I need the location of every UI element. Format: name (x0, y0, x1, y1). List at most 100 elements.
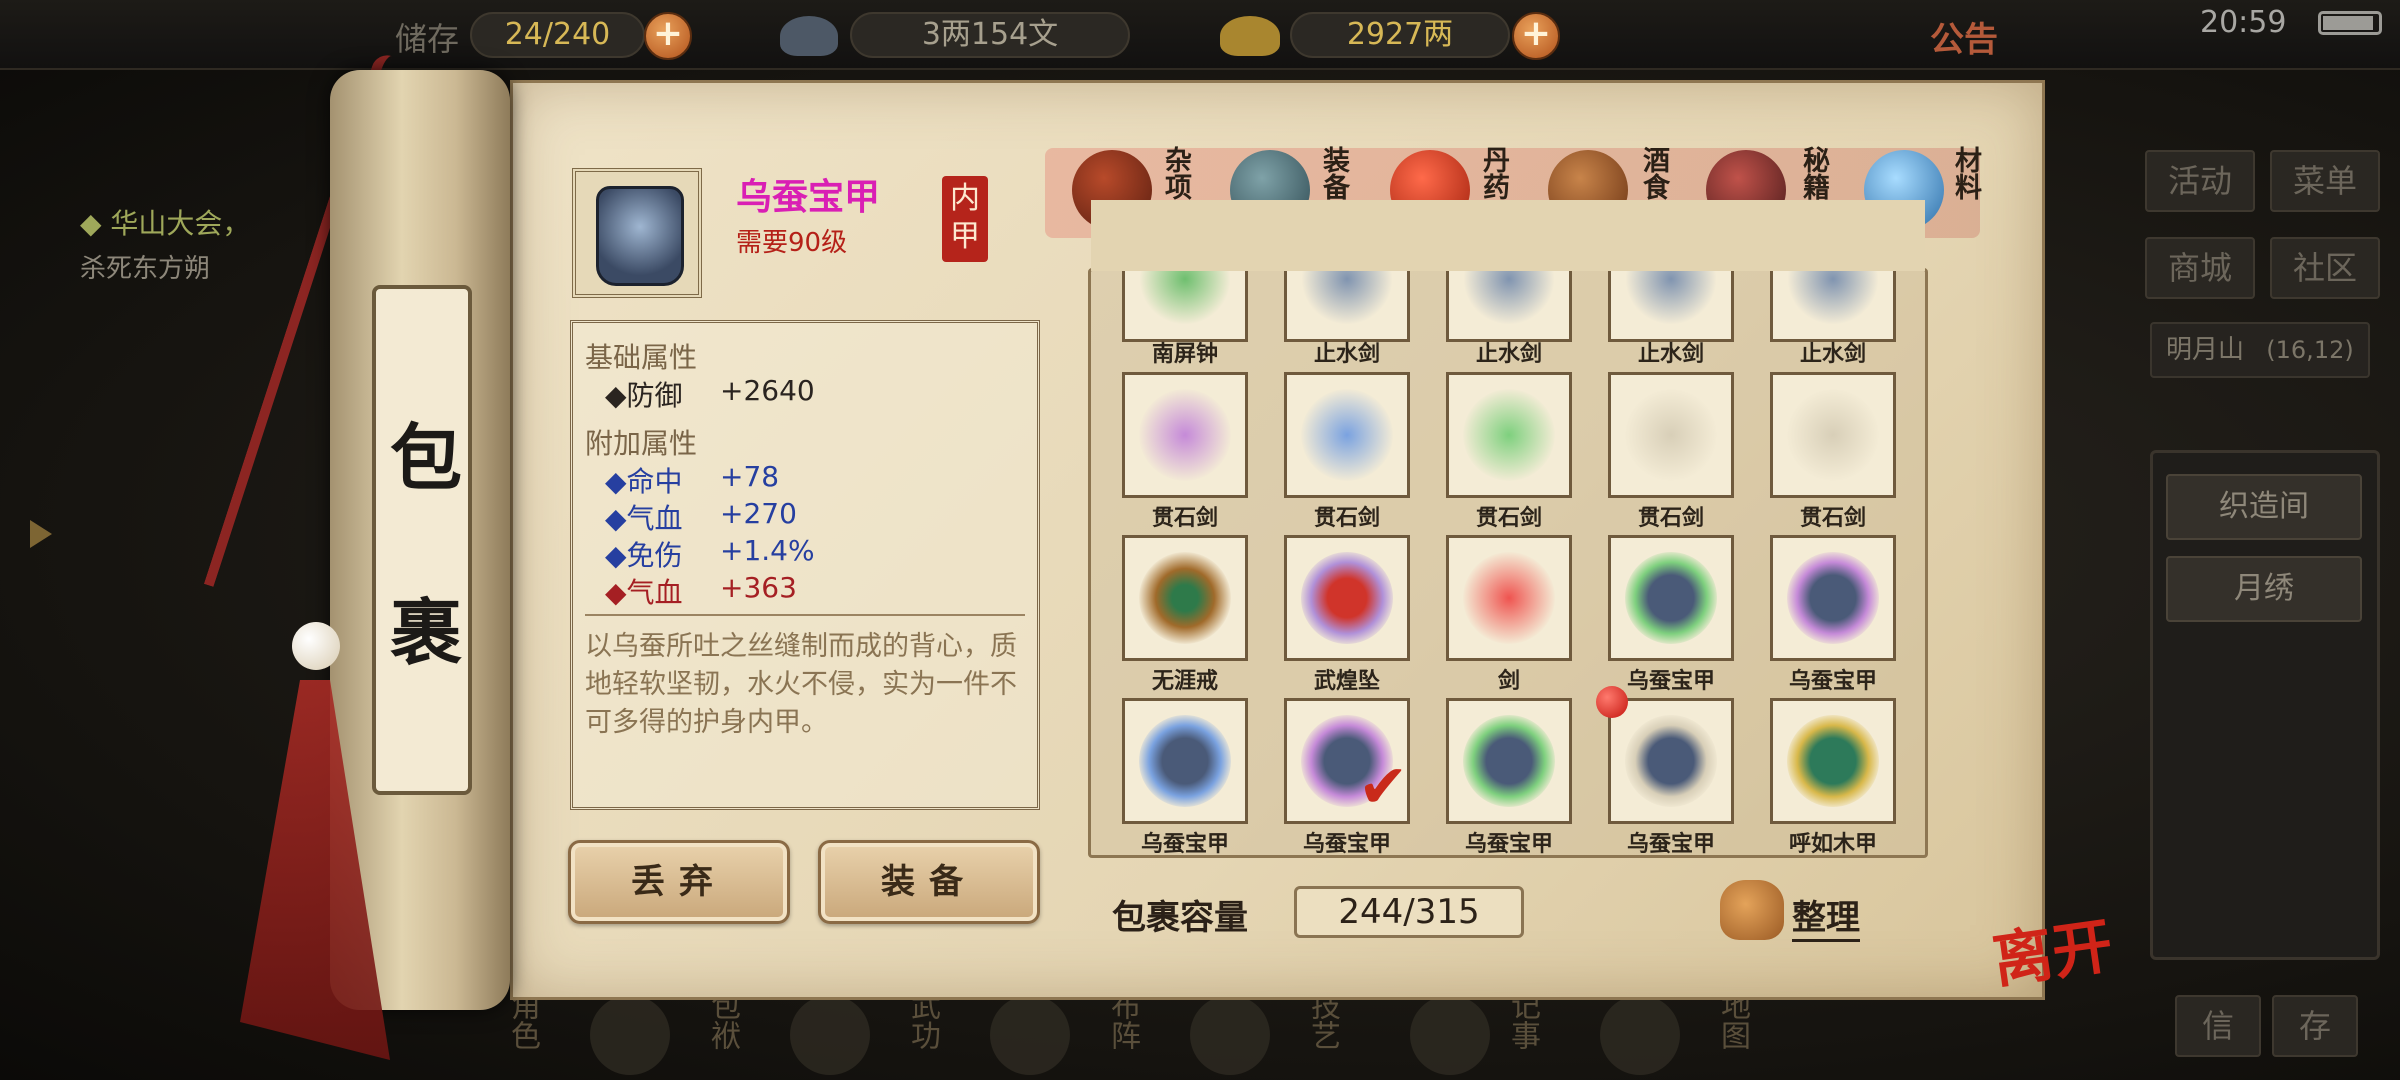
item-slot-char-2: 甲 (950, 219, 980, 254)
item-label: 乌蚕宝甲 (1302, 832, 1391, 857)
item-label: 乌蚕宝甲 (1140, 832, 1229, 857)
checkmark-icon: ✔ (1358, 752, 1409, 822)
item-slot-char-1: 内 (950, 181, 980, 216)
extra-stat-value: +270 (720, 497, 797, 530)
inventory-slot[interactable] (1446, 698, 1572, 824)
item-label: 南屏钟 (1151, 342, 1218, 367)
extra-stat-value: +1.4% (720, 534, 815, 567)
inventory-slot[interactable] (1446, 372, 1572, 498)
skills-nav-icon (1190, 995, 1270, 1075)
activity-button[interactable]: 活动 (2145, 150, 2255, 212)
tab-manuals[interactable]: 秘籍 (1796, 146, 1830, 200)
shop-button[interactable]: 商城 (2145, 237, 2255, 299)
storage-partial-label: 储存 (395, 20, 460, 58)
inventory-slot[interactable] (1284, 372, 1410, 498)
sword-icon (1463, 552, 1555, 644)
formation-nav-icon (990, 995, 1070, 1075)
mail-button[interactable]: 信 (2175, 995, 2261, 1057)
storage-capacity: 24/240 (470, 12, 645, 58)
inventory-slot[interactable] (1122, 372, 1248, 498)
item-label: 无涯戒 (1151, 669, 1218, 694)
yuexiu-button[interactable]: 月绣 (2166, 556, 2362, 622)
silver-value: 3两154文 (850, 12, 1130, 58)
inventory-slot[interactable] (1608, 372, 1734, 498)
tab-misc[interactable]: 杂项 (1158, 146, 1192, 200)
grid-top-mask (1091, 200, 1925, 271)
scroll-title-char-1: 包 (389, 415, 462, 500)
map-nav-icon (1600, 995, 1680, 1075)
sword-icon (1301, 389, 1393, 481)
scroll-title-panel: 包 裹 (372, 285, 472, 795)
equip-button[interactable]: 装备 (818, 840, 1040, 924)
item-label: 剑 (1497, 669, 1520, 694)
inventory-slot[interactable] (1122, 535, 1248, 661)
community-button[interactable]: 社区 (2270, 237, 2380, 299)
extra-stat-label: ◆气血 (605, 576, 683, 609)
weaving-room-button[interactable]: 织造间 (2166, 474, 2362, 540)
martial-arts-nav-icon (790, 995, 870, 1075)
location-name: 明月山 (2166, 335, 2245, 365)
battery-icon (2318, 11, 2382, 35)
item-label: 呼如木甲 (1788, 832, 1877, 857)
money-bag-icon[interactable] (1720, 880, 1784, 940)
base-stat-label: ◆防御 (605, 379, 683, 412)
save-button[interactable]: 存 (2272, 995, 2358, 1057)
leave-button[interactable]: 离开 (1987, 897, 2118, 1000)
inventory-slot[interactable] (1770, 372, 1896, 498)
item-label: 乌蚕宝甲 (1788, 669, 1877, 694)
gold-ingot-icon (1220, 16, 1280, 56)
extra-stat-value: +78 (720, 460, 780, 493)
inventory-slot[interactable] (1446, 535, 1572, 661)
clock-time: 20:59 (2200, 5, 2287, 40)
extra-attributes-title: 附加属性 (585, 427, 698, 460)
item-label: 乌蚕宝甲 (1464, 832, 1553, 857)
extra-stat-label: ◆气血 (605, 502, 683, 535)
sword-icon (1787, 389, 1879, 481)
tab-food[interactable]: 酒食 (1636, 146, 1670, 200)
armor-icon (1625, 552, 1717, 644)
quest-title[interactable]: ◆ 华山大会， (80, 202, 250, 242)
tab-materials[interactable]: 材料 (1948, 146, 1982, 200)
inventory-slot[interactable] (1770, 698, 1896, 824)
discard-button[interactable]: 丢弃 (568, 840, 790, 924)
stats-divider (585, 614, 1025, 616)
add-storage-button[interactable]: + (644, 12, 692, 60)
top-bar (0, 0, 2400, 70)
item-label: 乌蚕宝甲 (1626, 832, 1715, 857)
bag-capacity-label: 包裹容量 (1112, 898, 1248, 938)
item-label: 止水剑 (1637, 342, 1704, 367)
item-label: 止水剑 (1313, 342, 1380, 367)
item-description: 以乌蚕所吐之丝缝制而成的背心，质地轻软坚韧，水火不侵，实为一件不可多得的护身内甲… (585, 631, 1017, 738)
announcement-button[interactable]: 公告 (1930, 12, 1998, 61)
armor-icon (1463, 715, 1555, 807)
armor-icon (1625, 715, 1717, 807)
extra-stat-label: ◆命中 (605, 465, 683, 498)
sort-button[interactable]: 整理 (1792, 890, 1860, 942)
item-label: 贯石剑 (1475, 506, 1542, 531)
tab-pills[interactable]: 丹药 (1476, 146, 1510, 200)
expand-arrow-icon[interactable] (30, 520, 52, 548)
silver-icon (780, 16, 838, 56)
selected-item-icon (572, 168, 702, 298)
inventory-slot[interactable] (1608, 535, 1734, 661)
extra-stat-value: +363 (720, 571, 797, 604)
base-attributes-title: 基础属性 (585, 341, 698, 374)
new-item-dot-icon (1596, 686, 1628, 718)
bag-capacity-value: 244/315 (1294, 886, 1524, 938)
item-label: 止水剑 (1799, 342, 1866, 367)
sword-icon (1625, 389, 1717, 481)
bag-nav-icon (590, 995, 670, 1075)
inventory-slot[interactable] (1122, 698, 1248, 824)
item-label: 贯石剑 (1637, 506, 1704, 531)
add-gold-button[interactable]: + (1512, 12, 1560, 60)
inventory-slot[interactable] (1608, 698, 1734, 824)
tab-equipment[interactable]: 装备 (1316, 146, 1350, 200)
item-label: 止水剑 (1475, 342, 1542, 367)
item-label: 贯石剑 (1799, 506, 1866, 531)
inventory-slot[interactable] (1770, 535, 1896, 661)
inventory-slot[interactable] (1284, 535, 1410, 661)
menu-button[interactable]: 菜单 (2270, 150, 2380, 212)
sword-icon (1463, 389, 1555, 481)
scroll-title-char-2: 裹 (389, 590, 462, 675)
item-label: 贯石剑 (1313, 506, 1380, 531)
